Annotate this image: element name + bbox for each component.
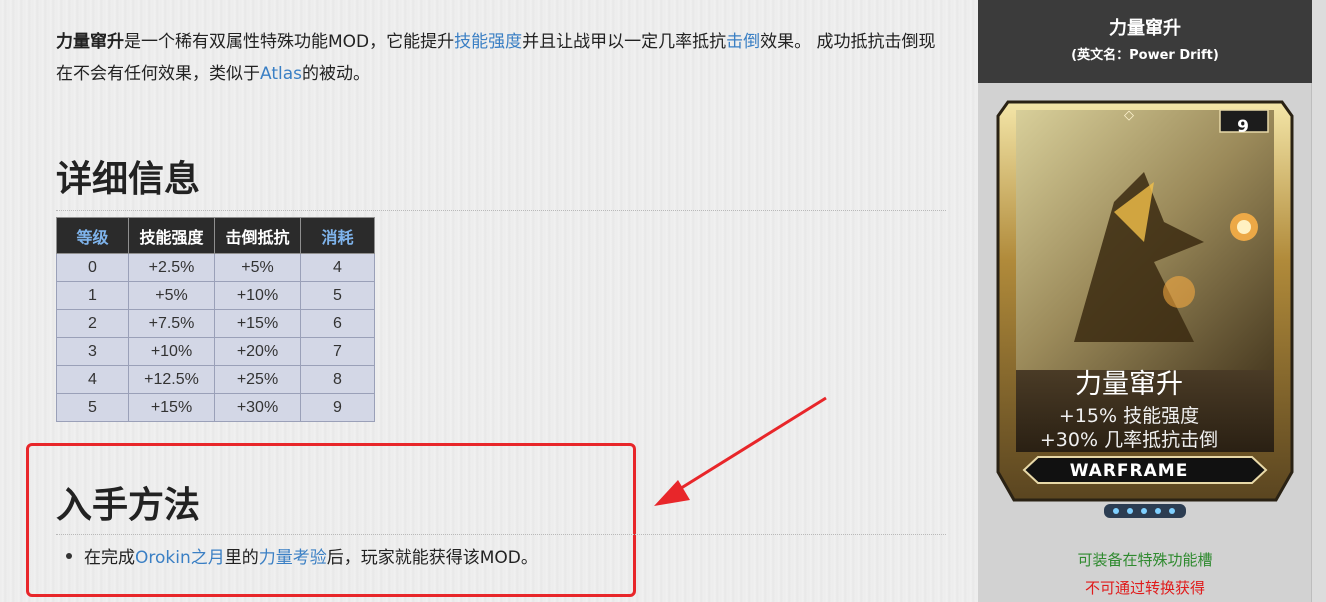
cell-cost: 6 (300, 309, 375, 338)
col-header-rank[interactable]: 等级 (56, 217, 129, 254)
col-header-cost[interactable]: 消耗 (300, 217, 375, 254)
slot-note: 可装备在特殊功能槽 (1077, 551, 1213, 569)
infobox: 力量窜升 (英文名：Power Drift) ◇ 9 力量窜升 +15% 技能强… (978, 0, 1312, 602)
stats-table-header-row: 等级 技能强度 击倒抵抗 消耗 (56, 217, 375, 254)
red-arrow-icon (654, 396, 827, 506)
table-row: 0 +2.5% +5% 4 (56, 253, 375, 282)
acquisition-heading: 入手方法 (56, 485, 201, 526)
col-header-knockdown: 击倒抵抗 (214, 217, 301, 254)
intro-paragraph: 力量窜升是一个稀有双属性特殊功能MOD，它能提升技能强度并且让战甲以一定几率抵抗… (56, 26, 946, 90)
stats-table: 等级 技能强度 击倒抵抗 消耗 0 +2.5% +5% 4 1 +5% +10%… (56, 217, 375, 422)
link-orokin-moon[interactable]: Orokin之月 (135, 548, 225, 568)
intro-text-4: 的被动。 (302, 64, 370, 84)
mod-name-bold: 力量窜升 (56, 32, 124, 52)
table-row: 5 +15% +30% 9 (56, 393, 375, 422)
mod-card-banner: WARFRAME (1069, 461, 1189, 481)
cell-cost: 5 (300, 281, 375, 310)
infobox-title: 力量窜升 (1109, 18, 1181, 39)
link-atlas[interactable]: Atlas (260, 64, 302, 84)
link-knockdown[interactable]: 击倒 (726, 32, 760, 52)
mod-card-stat-1: +15% 技能强度 (1058, 405, 1200, 427)
cell-rank: 0 (56, 253, 129, 282)
cell-knockdown: +5% (214, 253, 301, 282)
intro-text-1: 是一个稀有双属性特殊功能MOD，它能提升 (124, 32, 455, 52)
col-header-strength: 技能强度 (128, 217, 215, 254)
cell-rank: 1 (56, 281, 129, 310)
bullet-icon (66, 553, 72, 559)
sidebar: 力量窜升 (英文名：Power Drift) ◇ 9 力量窜升 +15% 技能强… (978, 0, 1326, 602)
acq-text-2: 里的 (224, 548, 259, 568)
transmute-note: 不可通过转换获得 (1084, 579, 1205, 597)
main-content: 力量窜升是一个稀有双属性特殊功能MOD，它能提升技能强度并且让战甲以一定几率抵抗… (0, 0, 978, 602)
link-ability-strength[interactable]: 技能强度 (454, 32, 522, 52)
cell-strength: +2.5% (128, 253, 215, 282)
infobox-subtitle: (英文名：Power Drift) (1071, 48, 1219, 63)
naramon-polarity-icon: ◇ (1124, 108, 1134, 123)
cell-strength: +5% (128, 281, 215, 310)
table-row: 4 +12.5% +25% 8 (56, 365, 375, 394)
cell-knockdown: +25% (214, 365, 301, 394)
link-trial-of-strength[interactable]: 力量考验 (259, 548, 327, 568)
cell-strength: +7.5% (128, 309, 215, 338)
mod-card-name: 力量窜升 (1075, 369, 1183, 400)
cell-cost: 9 (300, 393, 375, 422)
infobox-header: 力量窜升 (英文名：Power Drift) (978, 0, 1312, 83)
cell-rank: 5 (56, 393, 129, 422)
cell-cost: 8 (300, 365, 375, 394)
cell-rank: 2 (56, 309, 129, 338)
cell-strength: +10% (128, 337, 215, 366)
mod-drain-badge: 9 (1237, 117, 1249, 137)
cell-cost: 7 (300, 337, 375, 366)
cell-strength: +15% (128, 393, 215, 422)
intro-text-2: 并且让战甲以一定几率抵抗 (522, 32, 727, 52)
cell-knockdown: +20% (214, 337, 301, 366)
table-row: 3 +10% +20% 7 (56, 337, 375, 366)
mod-card-stat-2: +30% 几率抵抗击倒 (1039, 429, 1219, 451)
cell-strength: +12.5% (128, 365, 215, 394)
details-heading: 详细信息 (56, 159, 201, 200)
cell-knockdown: +30% (214, 393, 301, 422)
acq-text-1: 在完成 (84, 548, 135, 568)
cell-rank: 3 (56, 337, 129, 366)
cell-rank: 4 (56, 365, 129, 394)
list-item: 在完成Orokin之月里的力量考验后，玩家就能获得该MOD。 (66, 543, 538, 568)
cell-knockdown: +15% (214, 309, 301, 338)
details-divider (56, 210, 946, 211)
table-row: 2 +7.5% +15% 6 (56, 309, 375, 338)
table-row: 1 +5% +10% 5 (56, 281, 375, 310)
acq-text-3: 后，玩家就能获得该MOD。 (326, 548, 538, 568)
cell-cost: 4 (300, 253, 375, 282)
cell-knockdown: +10% (214, 281, 301, 310)
acquisition-divider (56, 534, 946, 535)
